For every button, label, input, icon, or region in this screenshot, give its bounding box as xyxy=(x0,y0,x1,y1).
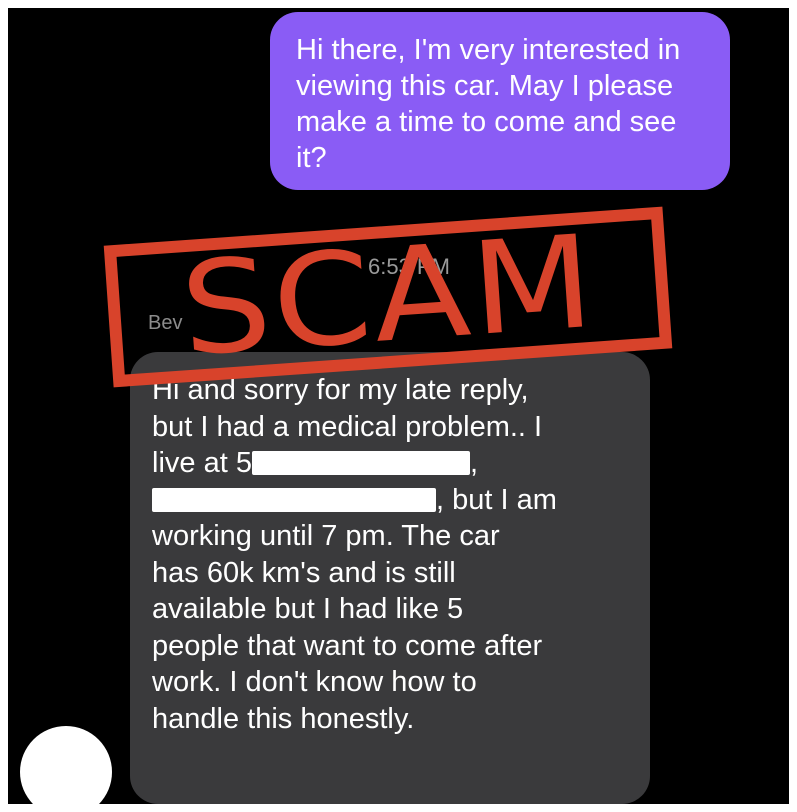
message-line: available but I had like 5 xyxy=(152,593,464,625)
message-timestamp: 6:53 PM xyxy=(368,254,450,279)
message-line: work. I don't know how to xyxy=(152,666,477,698)
incoming-message-bubble[interactable]: Hi and sorry for my late reply, but I ha… xyxy=(130,352,650,804)
message-line: working until 7 pm. The car xyxy=(152,520,500,552)
message-line-text: live at 5 xyxy=(152,447,252,479)
message-line: but I had a medical problem.. I xyxy=(152,410,543,443)
message-line: people that want to come after xyxy=(152,629,543,662)
sender-avatar[interactable] xyxy=(20,726,112,804)
sender-name: Bev xyxy=(148,312,183,334)
redacted-address xyxy=(251,451,470,475)
message-line: live at 5, xyxy=(152,445,634,482)
message-line: handle this honestly. xyxy=(152,702,415,735)
message-line: , but I am xyxy=(152,482,634,519)
message-line-text: , but I am xyxy=(436,483,557,516)
message-line: Hi and sorry for my late reply, xyxy=(152,374,529,406)
message-line-text: , xyxy=(469,447,479,479)
chat-screen: Hi there, I'm very interested in viewing… xyxy=(8,8,789,804)
redacted-address xyxy=(152,487,436,512)
message-line: has 60k km's and is still xyxy=(152,556,456,589)
outgoing-message-text: Hi there, I'm very interested in viewing… xyxy=(296,34,681,174)
outgoing-message-bubble[interactable]: Hi there, I'm very interested in viewing… xyxy=(270,12,730,190)
